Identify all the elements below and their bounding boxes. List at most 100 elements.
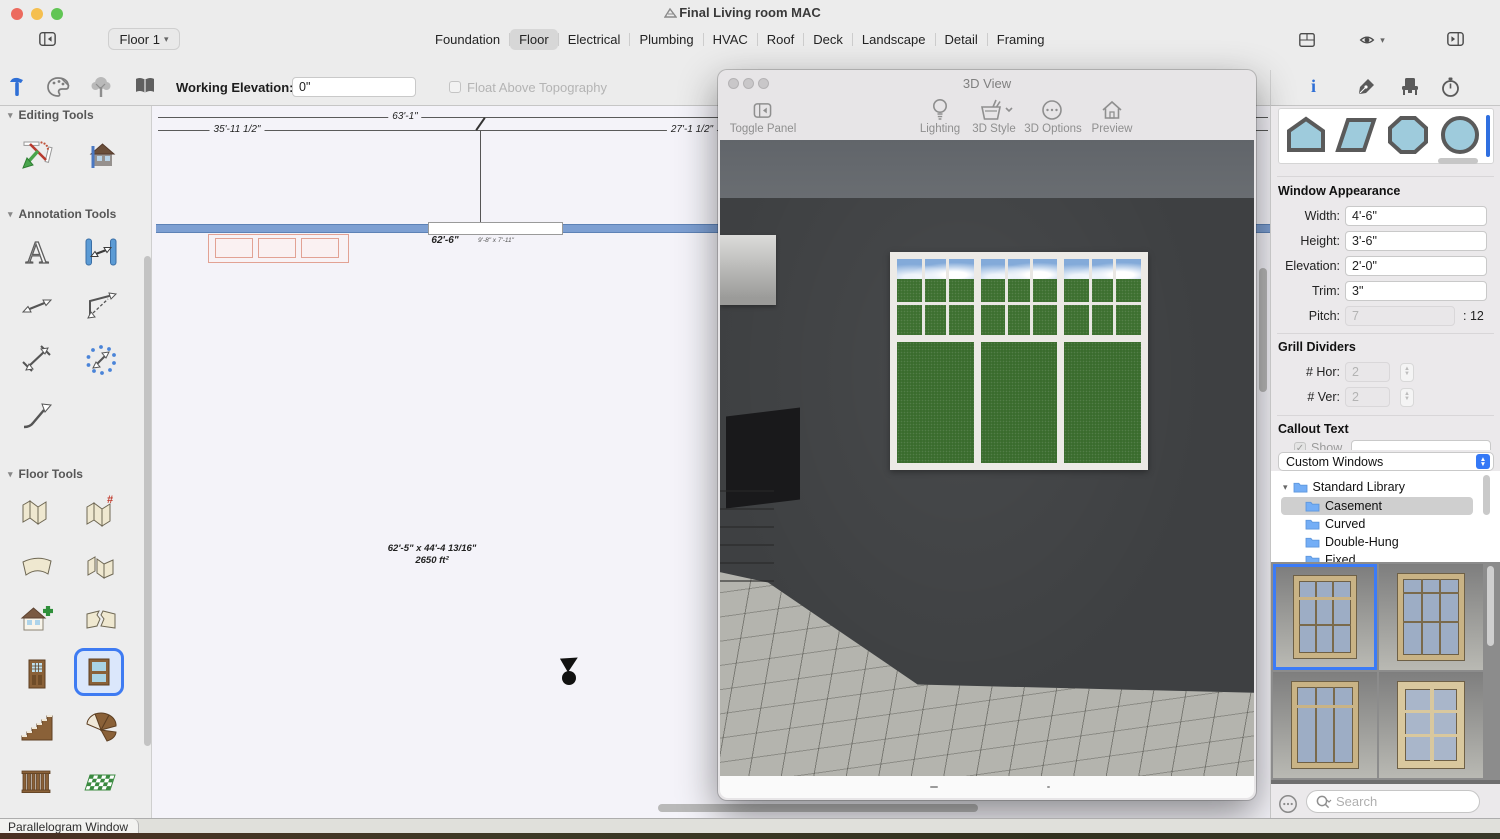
app-window: Final Living room MAC Toggle Panel Floor… (0, 0, 1500, 839)
canvas-vertical-scrollbar[interactable] (1259, 268, 1267, 392)
tool-fence[interactable] (12, 758, 62, 806)
tool-dimension[interactable] (76, 228, 126, 276)
tree-scrollbar[interactable] (1483, 475, 1490, 515)
library-search-row: Search (1271, 784, 1500, 818)
tool-linear-dimension[interactable] (12, 282, 62, 330)
lighting-icon[interactable] (931, 98, 949, 122)
sidebar-scrollbar[interactable] (144, 256, 151, 746)
toggle-panel-right-button[interactable] (1444, 28, 1466, 50)
library-book-icon[interactable] (134, 76, 156, 96)
tab-plumbing[interactable]: Plumbing (630, 29, 702, 50)
tab-roof[interactable]: Roof (758, 29, 803, 50)
landscape-tree-icon[interactable] (90, 75, 112, 99)
search-input[interactable]: Search (1306, 790, 1480, 813)
tool-area-dimension[interactable] (12, 336, 62, 384)
tool-elevation-dimension[interactable] (76, 282, 126, 330)
thumbnails-scrollbar[interactable] (1487, 566, 1494, 646)
tool-spiral-stairs[interactable] (76, 704, 126, 752)
tool-wall-numbered[interactable]: # (76, 488, 126, 536)
tree-item-label: Double-Hung (1325, 535, 1399, 549)
tool-edit-elements[interactable] (12, 132, 62, 180)
tool-window-selected[interactable] (74, 648, 124, 696)
3d-view-button[interactable]: ▾ (1353, 29, 1389, 51)
height-input[interactable]: 3'-6" (1345, 231, 1487, 251)
3d-style-icon[interactable] (979, 98, 1013, 122)
tool-edit-building[interactable] (76, 132, 126, 180)
3d-render-viewport[interactable] (720, 140, 1254, 776)
tab-hvac[interactable]: HVAC (704, 29, 757, 50)
preview-home-icon[interactable] (1101, 99, 1123, 121)
tool-add-room[interactable] (12, 596, 62, 644)
tool-wall-segments[interactable] (76, 542, 126, 590)
tool-scale-resize[interactable] (76, 336, 126, 384)
shape-round-window[interactable] (1438, 114, 1482, 156)
tree-item-casement[interactable]: Casement (1281, 497, 1473, 515)
thumbnail-casement-3[interactable] (1273, 672, 1377, 778)
timer-tab-icon[interactable] (1440, 76, 1461, 98)
shape-pentagon-window[interactable] (1284, 114, 1328, 156)
thumbnail-casement-1-selected[interactable] (1273, 564, 1377, 670)
select-stepper-icon: ▲▼ (1476, 454, 1490, 469)
annotation-tools-label: Annotation Tools (19, 207, 117, 221)
tool-curved-wall[interactable] (12, 542, 62, 590)
info-tab-icon[interactable]: i (1311, 76, 1316, 97)
tool-wall-break[interactable] (76, 596, 126, 644)
shape-octagon-window[interactable] (1386, 114, 1430, 156)
furniture-tab-icon[interactable] (1399, 76, 1421, 98)
canvas-horizontal-scrollbar[interactable] (658, 804, 978, 812)
3d-options-icon[interactable] (1041, 99, 1063, 121)
thumbnail-casement-2[interactable] (1379, 564, 1483, 670)
tab-foundation[interactable]: Foundation (426, 29, 509, 50)
tab-floor[interactable]: Floor (510, 29, 558, 50)
tab-landscape[interactable]: Landscape (853, 29, 935, 50)
editing-tools-header[interactable]: ▾Editing Tools (8, 108, 94, 122)
tool-door[interactable] (12, 650, 62, 698)
type-pen-tab-icon[interactable] (1356, 77, 1376, 97)
library-category-select[interactable]: Custom Windows ▲▼ (1278, 452, 1494, 471)
tree-item-fixed[interactable]: Fixed (1305, 551, 1485, 562)
eye-icon (1357, 32, 1377, 48)
grill-ver-input[interactable]: 2 (1345, 387, 1390, 407)
tree-item-double-hung[interactable]: Double-Hung (1305, 533, 1485, 551)
wall-window-symbol[interactable] (428, 222, 563, 235)
tool-leader-arrow[interactable] (12, 390, 62, 438)
float-above-topography-checkbox[interactable] (449, 81, 461, 93)
trim-input[interactable]: 3" (1345, 281, 1487, 301)
3d-view-window[interactable]: 3D View Toggle Panel Lighting 3D Style 3… (718, 70, 1256, 800)
tool-text-annotation[interactable]: A (12, 228, 62, 276)
pitch-input[interactable]: 7 (1345, 306, 1455, 326)
grill-ver-stepper[interactable]: ▲▼ (1400, 388, 1414, 407)
width-input[interactable]: 4'-6" (1345, 206, 1487, 226)
shape-parallelogram-window[interactable] (1334, 114, 1378, 156)
toggle-panel-left-button[interactable] (36, 28, 58, 50)
floors-dropdown[interactable]: Floor 1 ▾ (108, 28, 180, 50)
tool-straight-stairs[interactable] (12, 704, 62, 752)
annotation-tools-header[interactable]: ▾Annotation Tools (8, 207, 116, 221)
library-options-button[interactable] (1278, 794, 1298, 814)
camera-marker[interactable] (557, 652, 583, 688)
cabinet-appliance-3 (301, 238, 339, 258)
tab-electrical[interactable]: Electrical (559, 29, 630, 50)
footer-tick (1047, 786, 1050, 788)
grill-hor-input[interactable]: 2 (1345, 362, 1390, 382)
build-mode-icon[interactable] (7, 75, 27, 99)
2d-view-button[interactable] (1296, 29, 1318, 51)
disclosure-chevron-icon[interactable]: ▾ (1283, 482, 1288, 493)
tool-wall[interactable] (12, 488, 62, 536)
materials-palette-icon[interactable] (47, 76, 71, 98)
tab-framing[interactable]: Framing (988, 29, 1054, 50)
tab-detail[interactable]: Detail (936, 29, 987, 50)
elevation-input[interactable]: 2'-0" (1345, 256, 1487, 276)
tree-item-curved[interactable]: Curved (1305, 515, 1485, 533)
working-elevation-input[interactable]: 0" (292, 77, 416, 97)
3d-style-label: 3D Style (965, 123, 1023, 135)
shape-strip-scrollbar[interactable] (1438, 158, 1478, 164)
floor-tools-header[interactable]: ▾Floor Tools (8, 467, 83, 481)
grill-hor-stepper[interactable]: ▲▼ (1400, 363, 1414, 382)
tree-item-standard-library[interactable]: ▾ Standard Library (1283, 478, 1493, 496)
tab-deck[interactable]: Deck (804, 29, 852, 50)
thumbnail-french-door[interactable] (1379, 672, 1483, 778)
3d-toggle-panel-icon[interactable] (752, 101, 773, 120)
tool-rug[interactable] (76, 758, 126, 806)
3d-window-column (1064, 259, 1141, 463)
